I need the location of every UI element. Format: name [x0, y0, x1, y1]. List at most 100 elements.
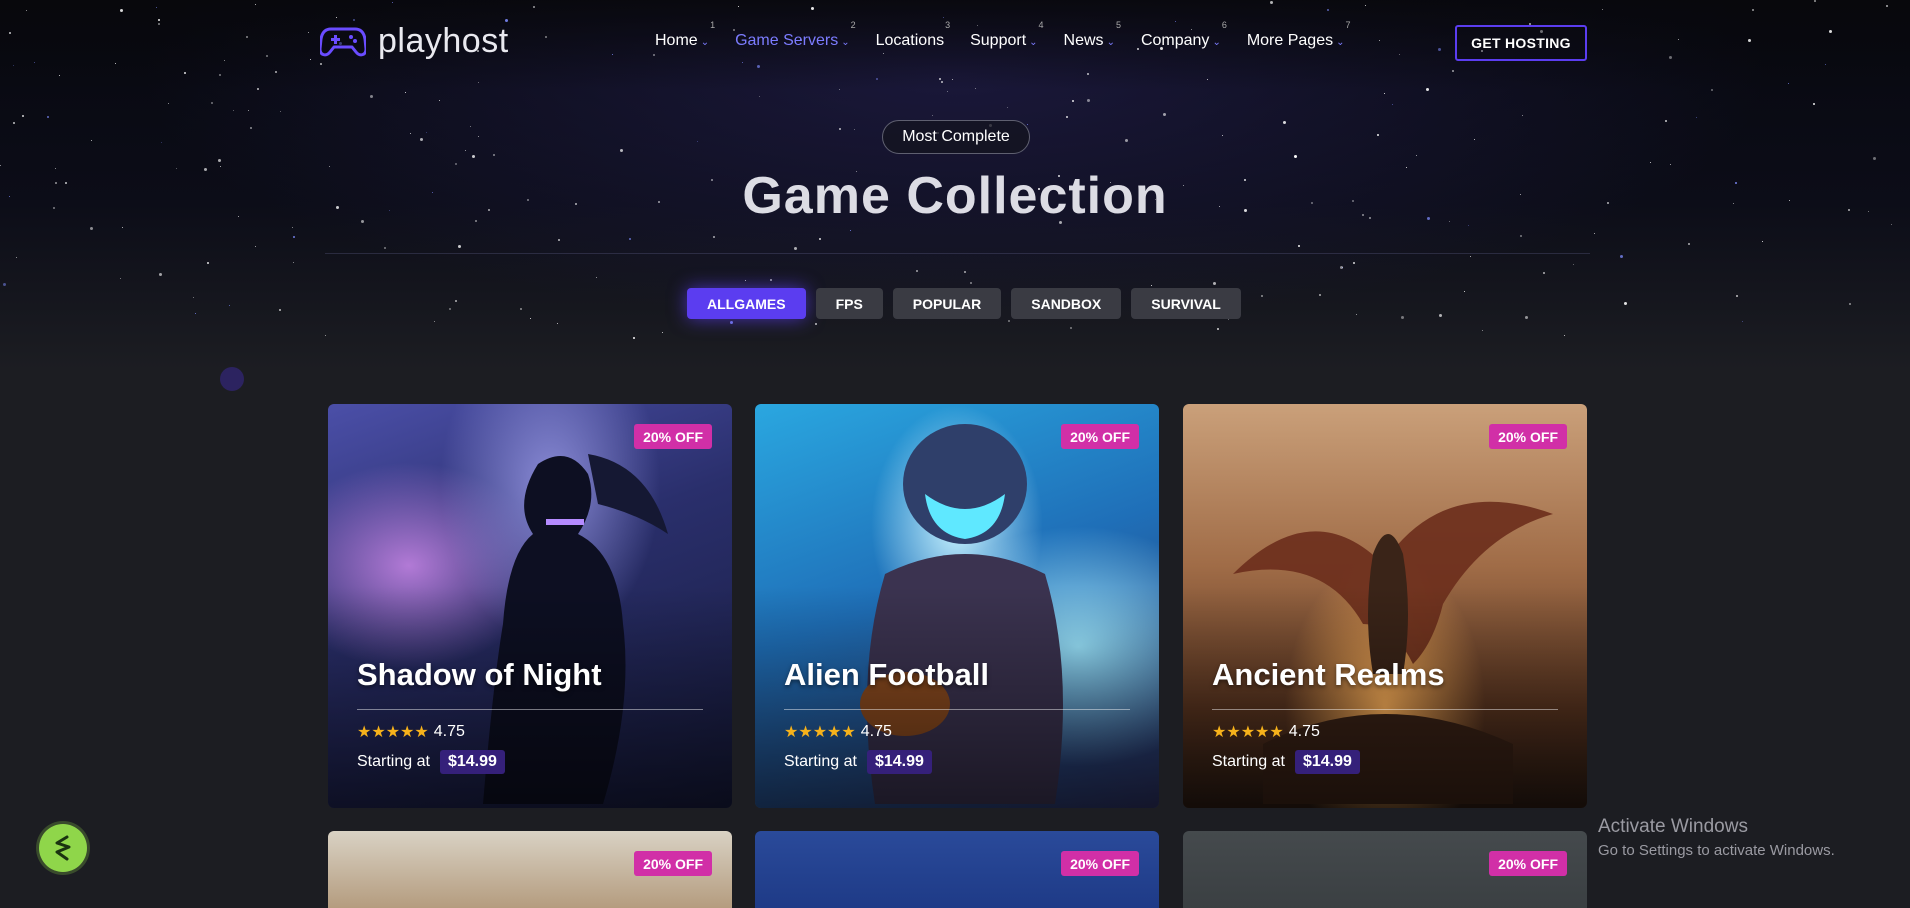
star-dot [633, 337, 635, 339]
discount-badge: 20% OFF [634, 851, 712, 876]
decorative-orb [220, 367, 244, 391]
price-value: $14.99 [866, 750, 932, 774]
star-dot [1353, 262, 1355, 264]
filter-fps[interactable]: FPS [815, 288, 883, 319]
star-dot [120, 278, 121, 279]
nav-item-support[interactable]: Support ⌄ 4 [970, 20, 1043, 50]
star-dot [207, 262, 209, 264]
star-dot [434, 321, 435, 322]
star-dot [122, 227, 123, 228]
star-dot [1008, 320, 1010, 322]
game-card[interactable]: 20% OFF Ancient Realms ★★★★★ 4.75 Starti… [1183, 404, 1587, 808]
star-dot [420, 138, 423, 141]
star-dot [839, 89, 840, 90]
star-dot [195, 313, 196, 314]
star-dot [1688, 243, 1690, 245]
star-dot [1007, 107, 1008, 108]
star-dot [1340, 266, 1343, 269]
game-card[interactable]: 20% OFF [328, 831, 732, 908]
star-dot [947, 91, 948, 92]
discount-badge: 20% OFF [1061, 424, 1139, 449]
nav-item-more-pages[interactable]: More Pages ⌄ 7 [1247, 20, 1351, 50]
star-dot [280, 111, 281, 112]
game-card[interactable]: 20% OFF Alien Football ★★★★★ 4.75 Starti… [755, 404, 1159, 808]
nav-item-game-servers[interactable]: Game Servers ⌄ 2 [735, 20, 856, 50]
star-dot [520, 308, 522, 310]
nav-item-company[interactable]: Company ⌄ 6 [1141, 20, 1227, 50]
price-label: Starting at [357, 753, 430, 770]
star-dot [1670, 164, 1671, 165]
star-dot [530, 318, 531, 319]
star-dot [819, 238, 821, 240]
game-card[interactable]: 20% OFF [1183, 831, 1587, 908]
star-dot [293, 262, 294, 263]
price-value: $14.99 [1294, 750, 1360, 774]
star-dot [1594, 233, 1595, 234]
nav-item-label: Home [655, 32, 698, 49]
nav-item-number: 1 [710, 20, 716, 30]
star-dot [1066, 116, 1068, 118]
rating-value: 4.75 [1288, 723, 1320, 740]
star-dot [161, 142, 162, 143]
star-dot [250, 127, 252, 129]
star-dot [91, 140, 92, 141]
star-dot [472, 155, 475, 158]
nav-item-home[interactable]: Home ⌄ 1 [655, 20, 715, 50]
star-dot [1283, 121, 1286, 124]
get-hosting-button[interactable]: GET HOSTING [1455, 25, 1587, 61]
nav-item-number: 3 [945, 20, 951, 30]
star-dot [455, 300, 457, 302]
star-dot [1650, 162, 1651, 163]
game-card[interactable]: 20% OFF Shadow of Night ★★★★★ 4.75 Start… [328, 404, 732, 808]
star-dot [193, 297, 194, 298]
nav-item-number: 6 [1221, 20, 1227, 30]
price-row: Starting at $14.99 [357, 750, 505, 774]
filter-allgames[interactable]: ALLGAMES [687, 288, 806, 319]
filter-popular[interactable]: POPULAR [892, 288, 1002, 319]
main-nav: Home ⌄ 1 Game Servers ⌄ 2 Locations 3 Support ⌄ 4 N… [655, 20, 1370, 50]
star-dot [47, 116, 49, 118]
star-dot [916, 270, 918, 272]
price-value: $14.99 [439, 750, 505, 774]
watermark-subtitle: Go to Settings to activate Windows. [1598, 842, 1835, 859]
nav-item-news[interactable]: News ⌄ 5 [1064, 20, 1121, 50]
star-dot [410, 133, 411, 134]
star-dot [1520, 235, 1522, 237]
chat-widget-button[interactable] [39, 824, 87, 872]
rating-value: 4.75 [433, 723, 465, 740]
chevron-down-icon: ⌄ [1029, 36, 1038, 48]
star-dot [1151, 285, 1152, 286]
star-dot [1564, 335, 1565, 336]
filter-survival[interactable]: SURVIVAL [1131, 288, 1241, 319]
star-dot [257, 88, 259, 90]
nav-item-number: 2 [850, 20, 856, 30]
nav-item-label: Support [970, 32, 1027, 49]
star-dot [1222, 135, 1223, 136]
game-card[interactable]: 20% OFF [755, 831, 1159, 908]
star-dot [1620, 255, 1623, 258]
logo[interactable]: playhost [320, 22, 509, 61]
star-dot [292, 227, 293, 228]
squiggle-icon [55, 835, 71, 861]
star-dot [629, 238, 631, 240]
star-dot [1392, 104, 1393, 105]
chevron-down-icon: ⌄ [1106, 36, 1115, 48]
star-dot [1762, 241, 1763, 242]
watermark-title: Activate Windows [1598, 816, 1748, 837]
star-dot [1482, 330, 1483, 331]
star-dot [839, 128, 841, 130]
chevron-down-icon: ⌄ [700, 36, 710, 48]
nav-item-locations[interactable]: Locations 3 [876, 20, 951, 50]
nav-item-number: 7 [1345, 20, 1351, 30]
star-dot [557, 323, 558, 324]
filter-sandbox[interactable]: SANDBOX [1011, 288, 1122, 319]
star-dot [211, 102, 213, 104]
star-icon: ★★★★★ [784, 724, 856, 741]
star-dot [1470, 256, 1471, 257]
star-dot [1873, 157, 1876, 160]
star-dot [1665, 120, 1667, 122]
star-dot [384, 247, 386, 249]
star-dot [405, 92, 406, 93]
star-dot [1522, 115, 1523, 116]
star-dot [662, 332, 663, 333]
